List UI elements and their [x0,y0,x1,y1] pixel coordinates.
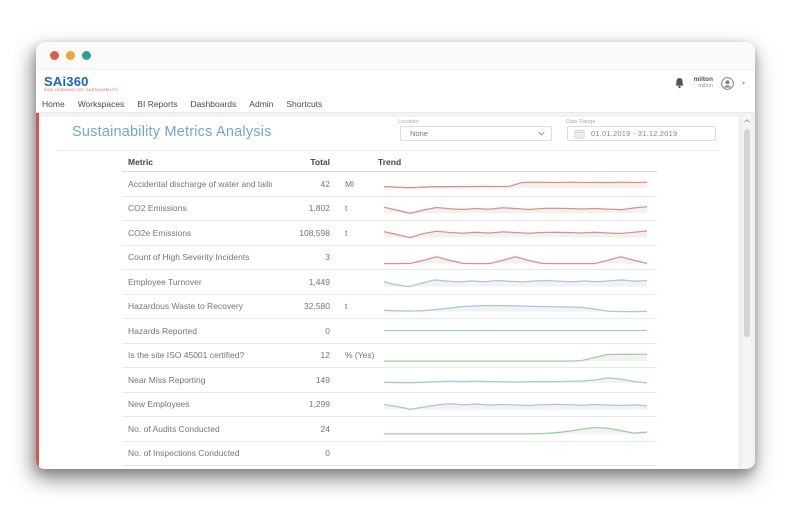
metric-trend-sparkline [378,175,657,192]
metric-trend-sparkline [378,322,657,339]
metric-total: 0 [272,326,330,336]
scrollbar-thumb[interactable] [744,129,750,337]
metric-name: No. of Inspections Conducted [122,448,272,458]
table-row[interactable]: No. of Audits Conducted24 [122,417,657,442]
page-background: SAi360 RISK LEARNING GRC SUSTAINABILITY … [0,0,800,511]
metric-name: New Employees [122,399,272,409]
table-row[interactable]: Employee Turnover1,449 [122,270,657,295]
user-menu[interactable]: milton milton [693,77,713,90]
nav-item-home[interactable]: Home [42,99,65,109]
table-row[interactable]: Near Miss Reporting149 [122,368,657,393]
metric-unit: t [330,301,378,311]
table-row[interactable]: CO2e Emissions108,598t [122,221,657,246]
metric-total: 108,598 [272,228,330,238]
logo-tagline: RISK LEARNING GRC SUSTAINABILITY [44,88,118,92]
content-area: Sustainability Metrics Analysis Location… [36,113,755,469]
metric-name: No. of Audits Conducted [122,424,272,434]
main-nav: Home Workspaces BI Reports Dashboards Admin S… [36,96,755,113]
metric-trend-sparkline [378,371,657,388]
logo-text: SAi360 [44,75,118,88]
metric-total: 12 [272,350,330,360]
app-header: SAi360 RISK LEARNING GRC SUSTAINABILITY … [36,70,755,96]
nav-item-dashboards[interactable]: Dashboards [190,99,236,109]
metric-total: 3 [272,252,330,262]
column-header-trend: Trend [378,157,657,167]
metric-name: Near Miss Reporting [122,375,272,385]
table-row[interactable]: Count of High Severity Incidents3 [122,246,657,271]
metric-unit: t [330,203,378,213]
nav-item-shortcuts[interactable]: Shortcuts [286,99,322,109]
metric-total: 1,299 [272,399,330,409]
metric-trend-sparkline [378,273,657,290]
metric-unit: Ml [330,179,378,189]
browser-window: SAi360 RISK LEARNING GRC SUSTAINABILITY … [36,42,755,469]
page-title: Sustainability Metrics Analysis [72,124,272,140]
window-titlebar [36,42,755,70]
metrics-table: Metric Total Trend Accidental discharge … [122,153,657,466]
window-close-dot[interactable] [50,51,59,60]
user-menu-chevron-icon[interactable]: ▾ [742,80,745,87]
table-row[interactable]: Hazards Reported0 [122,319,657,344]
notification-bell-icon[interactable] [674,77,685,89]
metric-name: Count of High Severity Incidents [122,252,272,262]
nav-item-workspaces[interactable]: Workspaces [78,99,125,109]
metric-total: 32,580 [272,301,330,311]
calendar-icon [574,129,585,139]
column-header-metric: Metric [122,157,272,167]
metric-trend-sparkline [378,420,657,437]
table-body: Accidental discharge of water and tailin… [122,172,657,466]
location-filter-label: Location [398,119,419,125]
metric-total: 149 [272,375,330,385]
user-avatar-icon[interactable] [721,77,734,90]
sai360-logo[interactable]: SAi360 RISK LEARNING GRC SUSTAINABILITY [44,75,118,92]
location-select[interactable]: None [400,126,552,141]
section-divider [57,150,720,151]
metric-name: Hazards Reported [122,326,272,336]
metric-trend-sparkline [378,396,657,413]
metric-trend-sparkline [378,200,657,217]
scrollbar-up-arrow-icon[interactable] [742,117,752,125]
nav-item-bi-reports[interactable]: BI Reports [137,99,177,109]
metric-unit: t [330,228,378,238]
table-row[interactable]: Accidental discharge of water and tailin… [122,172,657,197]
metric-name: Accidental discharge of water and tailin… [122,179,272,189]
metric-name: Employee Turnover [122,277,272,287]
chevron-down-icon [538,131,545,136]
table-row[interactable]: CO2 Emissions1,802t [122,197,657,222]
metric-total: 0 [272,448,330,458]
metric-name: CO2 Emissions [122,203,272,213]
metric-total: 1,802 [272,203,330,213]
metric-trend-sparkline [378,298,657,315]
date-range-filter-label: Date Range [566,119,595,125]
metric-trend-sparkline [378,224,657,241]
window-fullscreen-dot[interactable] [82,51,91,60]
nav-item-admin[interactable]: Admin [249,99,273,109]
user-subtext: milton [693,84,713,90]
vertical-scrollbar[interactable] [741,115,751,467]
table-row[interactable]: Is the site ISO 45001 certified?12% (Yes… [122,344,657,369]
metric-name: CO2e Emissions [122,228,272,238]
table-row[interactable]: New Employees1,299 [122,393,657,418]
table-row[interactable]: Hazardous Waste to Recovery32,580t [122,295,657,320]
location-selected-value: None [410,129,428,138]
date-range-value: 01.01.2019 - 31.12.2019 [591,129,677,138]
window-minimize-dot[interactable] [66,51,75,60]
metric-total: 42 [272,179,330,189]
metric-total: 24 [272,424,330,434]
table-header-row: Metric Total Trend [122,153,657,172]
column-header-total: Total [272,157,330,167]
date-range-input[interactable]: 01.01.2019 - 31.12.2019 [567,126,716,141]
metric-name: Hazardous Waste to Recovery [122,301,272,311]
metric-trend-sparkline [378,347,657,364]
metric-unit: % (Yes) [330,350,378,360]
report-panel: Sustainability Metrics Analysis Location… [39,117,738,469]
metric-name: Is the site ISO 45001 certified? [122,350,272,360]
metric-trend-sparkline [378,249,657,266]
table-row[interactable]: No. of Inspections Conducted0 [122,442,657,467]
metric-total: 1,449 [272,277,330,287]
